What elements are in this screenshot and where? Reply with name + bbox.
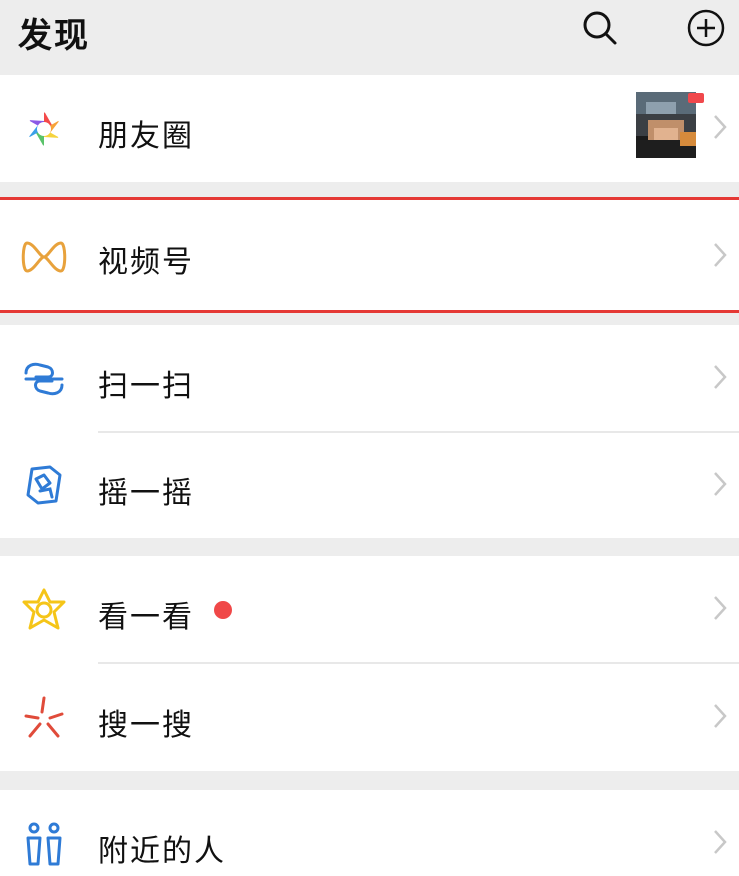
row-channels[interactable]: 视频号 xyxy=(0,200,739,310)
chevron-right-icon xyxy=(711,362,729,392)
chevron-right-icon xyxy=(711,827,729,857)
moments-aperture-icon xyxy=(20,105,68,153)
row-scan[interactable]: 扫一扫 xyxy=(0,325,739,432)
page-title: 发现 xyxy=(18,16,90,56)
top-stories-icon xyxy=(20,586,68,634)
chevron-right-icon xyxy=(711,112,729,142)
chevron-right-icon xyxy=(711,469,729,499)
channels-icon xyxy=(20,233,68,281)
moments-badge xyxy=(688,93,704,103)
scan-icon xyxy=(20,355,68,403)
scan-label: 扫一扫 xyxy=(98,369,194,404)
people-nearby-icon xyxy=(20,820,68,868)
group-channels: 视频号 xyxy=(0,200,739,310)
chevron-right-icon xyxy=(711,240,729,270)
group-scan-shake: 扫一扫 摇一摇 xyxy=(0,325,739,538)
group-moments: 朋友圈 xyxy=(0,75,739,182)
row-top-stories[interactable]: 看一看 xyxy=(0,556,739,663)
shake-label: 摇一摇 xyxy=(98,476,194,511)
moments-label: 朋友圈 xyxy=(98,119,194,154)
nearby-label: 附近的人 xyxy=(98,834,226,869)
group-stories-search: 看一看 搜一搜 xyxy=(0,556,739,771)
header-bar: 发现 xyxy=(0,0,739,75)
chevron-right-icon xyxy=(711,593,729,623)
plus-circle-icon[interactable] xyxy=(686,8,726,48)
chevron-right-icon xyxy=(711,701,729,731)
group-nearby: 附近的人 xyxy=(0,790,739,876)
search-icon[interactable] xyxy=(580,8,620,48)
shake-icon xyxy=(20,461,68,509)
channels-label: 视频号 xyxy=(98,245,194,280)
search-sparkle-icon xyxy=(20,694,68,742)
moments-thumbnail xyxy=(636,92,696,158)
row-search[interactable]: 搜一搜 xyxy=(0,664,739,771)
row-nearby[interactable]: 附近的人 xyxy=(0,790,739,876)
row-shake[interactable]: 摇一摇 xyxy=(0,433,739,538)
search-label: 搜一搜 xyxy=(98,708,194,743)
top-stories-red-dot xyxy=(214,601,232,619)
row-moments[interactable]: 朋友圈 xyxy=(0,75,739,182)
top-stories-label: 看一看 xyxy=(98,600,194,635)
